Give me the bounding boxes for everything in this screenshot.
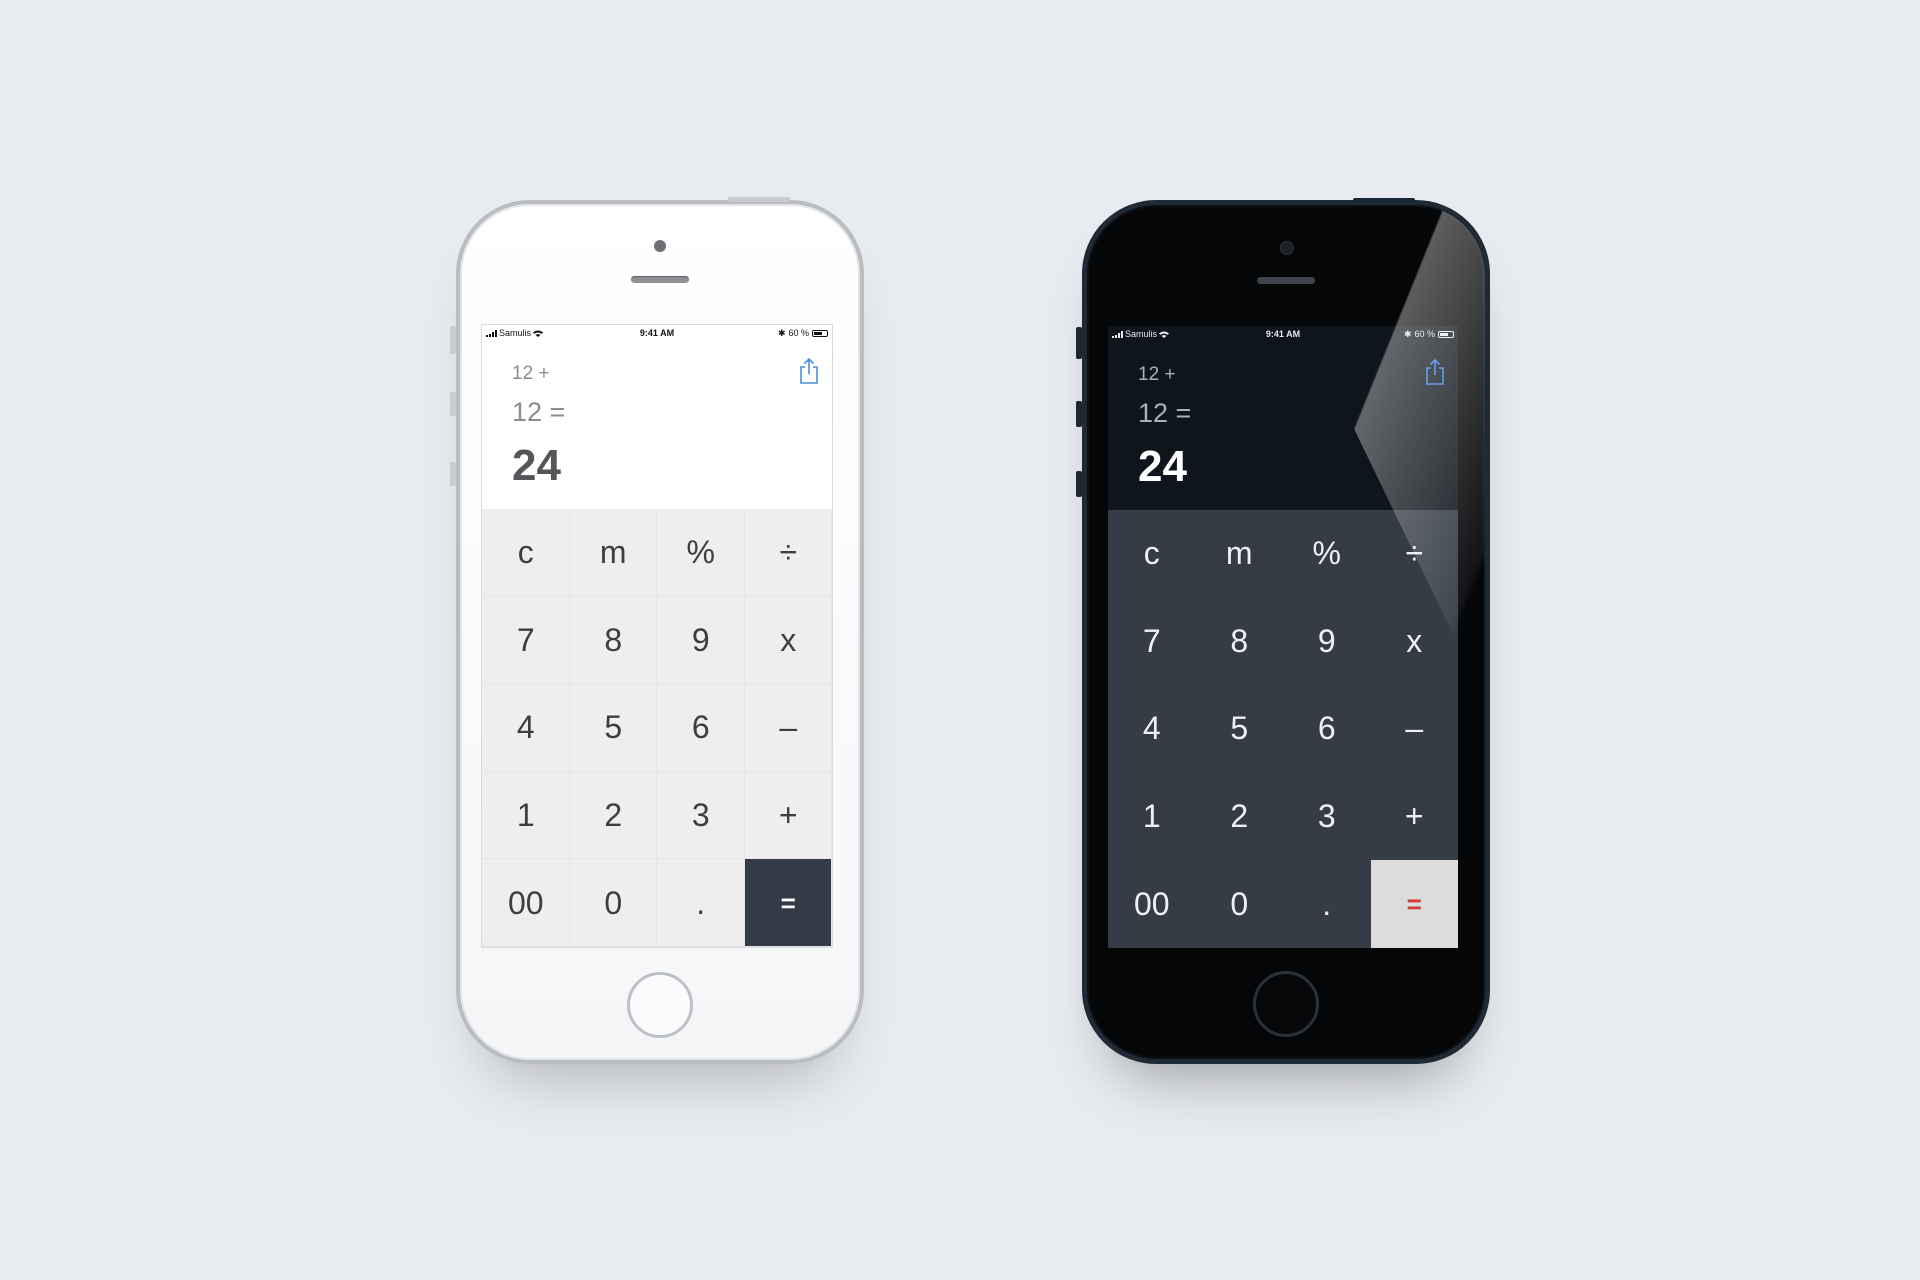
key-equals[interactable]: = <box>744 859 832 947</box>
carrier-label: Samulis <box>499 328 532 338</box>
bluetooth-icon: ✱ <box>777 327 786 338</box>
expression-line-2: 12 = <box>512 397 566 427</box>
key-memory[interactable]: m <box>570 509 658 597</box>
calculator-display: 12 + 12 = 24 <box>482 341 832 509</box>
status-left: Samulis <box>1112 329 1232 339</box>
expression-line-2: 12 = <box>1138 398 1192 428</box>
earpiece-speaker <box>631 276 689 283</box>
wifi-icon <box>533 330 544 337</box>
home-button[interactable] <box>627 972 693 1038</box>
key-7[interactable]: 7 <box>482 597 570 685</box>
volume-down-button <box>1076 471 1082 497</box>
calculator-screen: Samulis 9:41 AM ✱ 60 % 12 + 12 = 24 c m … <box>1108 326 1458 948</box>
result-value: 24 <box>1138 442 1187 491</box>
key-9[interactable]: 9 <box>1283 598 1371 686</box>
signal-icon <box>486 329 497 337</box>
carrier-label: Samulis <box>1125 329 1158 339</box>
status-time: 9:41 AM <box>1265 329 1301 339</box>
calculator-display: 12 + 12 = 24 <box>1108 342 1458 510</box>
battery-percent: 60 % <box>788 328 809 338</box>
mute-switch <box>450 326 456 354</box>
volume-up-button <box>450 392 456 416</box>
key-5[interactable]: 5 <box>1196 685 1284 773</box>
phone-dark: Samulis 9:41 AM ✱ 60 % 12 + 12 = 24 c m … <box>1076 198 1490 1064</box>
key-0[interactable]: 0 <box>570 859 658 947</box>
mute-switch <box>1076 327 1082 359</box>
calculator-screen: Samulis 9:41 AM ✱ 60 % 12 + 12 = 24 c m … <box>481 324 833 948</box>
key-6[interactable]: 6 <box>1283 685 1371 773</box>
status-left: Samulis <box>486 328 606 338</box>
key-1[interactable]: 1 <box>482 772 570 860</box>
key-decimal[interactable]: . <box>657 859 745 947</box>
key-equals[interactable]: = <box>1370 860 1458 948</box>
bluetooth-icon: ✱ <box>1403 328 1412 339</box>
power-button <box>1353 198 1415 203</box>
key-clear[interactable]: c <box>1108 510 1196 598</box>
key-double-zero[interactable]: 00 <box>1108 860 1196 948</box>
volume-down-button <box>450 462 456 486</box>
power-button <box>728 197 790 202</box>
expression-line-1: 12 + <box>1138 364 1176 385</box>
key-7[interactable]: 7 <box>1108 598 1196 686</box>
key-subtract[interactable]: – <box>745 684 833 772</box>
front-camera <box>654 240 666 252</box>
key-4[interactable]: 4 <box>1108 685 1196 773</box>
battery-icon <box>812 329 828 337</box>
key-3[interactable]: 3 <box>657 772 745 860</box>
key-add[interactable]: + <box>1371 773 1459 861</box>
key-2[interactable]: 2 <box>1196 773 1284 861</box>
key-multiply[interactable]: x <box>1371 598 1459 686</box>
front-camera <box>1280 241 1294 255</box>
mockup-scene: Samulis 9:41 AM ✱ 60 % 12 + 12 = 24 c m … <box>0 0 1920 1280</box>
keypad: c m % ÷ 7 8 9 x 4 5 6 – 1 2 3 + 00 0 . = <box>482 509 832 947</box>
volume-up-button <box>1076 401 1082 427</box>
status-time: 9:41 AM <box>639 328 675 338</box>
home-button[interactable] <box>1253 971 1319 1037</box>
key-2[interactable]: 2 <box>570 772 658 860</box>
key-5[interactable]: 5 <box>570 684 658 772</box>
key-9[interactable]: 9 <box>657 597 745 685</box>
key-subtract[interactable]: – <box>1371 685 1459 773</box>
key-memory[interactable]: m <box>1196 510 1284 598</box>
key-1[interactable]: 1 <box>1108 773 1196 861</box>
result-value: 24 <box>512 441 561 490</box>
key-add[interactable]: + <box>745 772 833 860</box>
wifi-icon <box>1159 331 1170 338</box>
key-percent[interactable]: % <box>657 509 745 597</box>
battery-icon <box>1438 330 1454 338</box>
key-4[interactable]: 4 <box>482 684 570 772</box>
key-percent[interactable]: % <box>1283 510 1371 598</box>
key-6[interactable]: 6 <box>657 684 745 772</box>
key-divide[interactable]: ÷ <box>745 509 833 597</box>
status-right: ✱ 60 % <box>1334 329 1454 340</box>
key-divide[interactable]: ÷ <box>1371 510 1459 598</box>
battery-percent: 60 % <box>1414 329 1435 339</box>
key-clear[interactable]: c <box>482 509 570 597</box>
earpiece-speaker <box>1257 277 1315 284</box>
key-3[interactable]: 3 <box>1283 773 1371 861</box>
status-right: ✱ 60 % <box>708 328 828 339</box>
expression-line-1: 12 + <box>512 363 550 384</box>
key-multiply[interactable]: x <box>745 597 833 685</box>
status-bar: Samulis 9:41 AM ✱ 60 % <box>482 325 832 341</box>
key-8[interactable]: 8 <box>570 597 658 685</box>
phone-light: Samulis 9:41 AM ✱ 60 % 12 + 12 = 24 c m … <box>450 197 864 1064</box>
share-icon[interactable] <box>798 357 820 385</box>
keypad: c m % ÷ 7 8 9 x 4 5 6 – 1 2 3 + 00 0 . = <box>1108 510 1458 948</box>
key-0[interactable]: 0 <box>1196 860 1284 948</box>
key-double-zero[interactable]: 00 <box>482 859 570 947</box>
key-decimal[interactable]: . <box>1283 860 1371 948</box>
key-8[interactable]: 8 <box>1196 598 1284 686</box>
share-icon[interactable] <box>1424 358 1446 386</box>
status-bar: Samulis 9:41 AM ✱ 60 % <box>1108 326 1458 342</box>
signal-icon <box>1112 330 1123 338</box>
